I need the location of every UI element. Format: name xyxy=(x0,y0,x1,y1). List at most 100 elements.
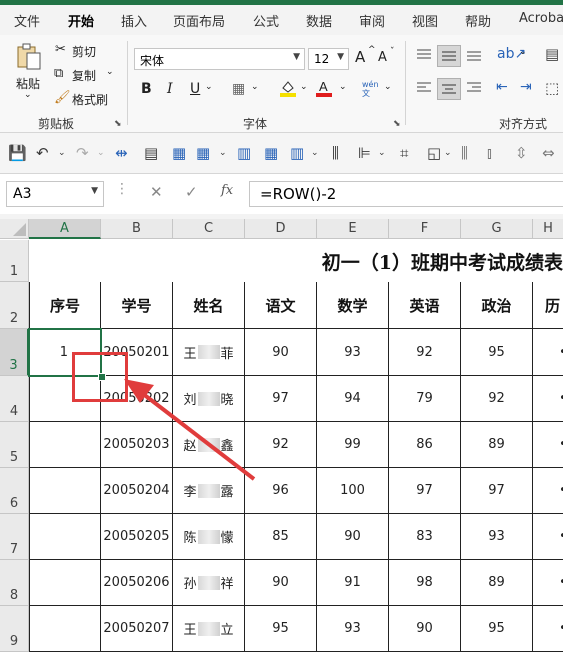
underline-dropdown-icon[interactable]: ⌄ xyxy=(205,82,213,92)
column-header-d[interactable]: D xyxy=(245,219,317,239)
cell-politics[interactable]: 89 xyxy=(461,422,533,468)
distribute-icon[interactable]: ⊫ xyxy=(358,144,371,162)
grid-dropdown-icon[interactable]: ⌄ xyxy=(219,148,227,158)
shape-dropdown-icon[interactable]: ⌄ xyxy=(444,148,452,158)
column-header-b[interactable]: B xyxy=(101,219,173,239)
clipboard-launcher-icon[interactable]: ⬊ xyxy=(114,119,122,129)
cell-politics[interactable]: 93 xyxy=(461,514,533,560)
cell-politics[interactable]: 95 xyxy=(461,606,533,652)
cell-history[interactable]: • xyxy=(533,468,563,514)
columns-icon[interactable]: ▥ xyxy=(290,144,304,162)
cell-id[interactable]: 20050207 xyxy=(101,606,173,652)
cut-icon[interactable]: ✂ xyxy=(55,42,66,57)
cell-english[interactable]: 97 xyxy=(389,468,461,514)
row-header-3[interactable]: 3 xyxy=(0,329,29,376)
cell-math[interactable]: 93 xyxy=(317,606,389,652)
split-cells-icon[interactable]: ⇹ xyxy=(115,144,128,162)
cell-name[interactable]: 孙祥 xyxy=(173,560,245,606)
insert-grid-icon[interactable]: ▦ xyxy=(196,144,210,162)
tab-data[interactable]: 数据 xyxy=(306,11,332,30)
align-left-icon[interactable] xyxy=(415,80,433,96)
cell-seq[interactable] xyxy=(29,514,101,560)
cell-math[interactable]: 90 xyxy=(317,514,389,560)
row-header-5[interactable]: 5 xyxy=(0,422,29,468)
cell-english[interactable]: 90 xyxy=(389,606,461,652)
save-icon[interactable]: 💾 xyxy=(8,144,27,162)
wrap-text-icon[interactable]: ▤ xyxy=(545,45,559,63)
merge-center-icon[interactable]: ⬚ xyxy=(545,79,559,97)
font-color-icon[interactable]: A xyxy=(315,79,333,97)
font-size-dropdown[interactable]: 12 ▼ xyxy=(308,48,349,70)
row-header-1[interactable]: 1 xyxy=(0,240,29,282)
column-header-e[interactable]: E xyxy=(317,219,389,239)
chevron-down-icon[interactable]: ▼ xyxy=(91,186,98,196)
align-bottom-icon[interactable] xyxy=(465,47,483,63)
cell-history[interactable]: • xyxy=(533,376,563,422)
shrink-font-button[interactable]: A xyxy=(378,50,387,65)
tab-acrobat[interactable]: Acroba xyxy=(519,11,563,26)
column-header-c[interactable]: C xyxy=(173,219,245,239)
header-cell-english[interactable]: 英语 xyxy=(389,282,461,329)
row-header-8[interactable]: 8 xyxy=(0,560,29,606)
cell-math[interactable]: 93 xyxy=(317,329,389,376)
bars-icon[interactable]: ⫾ xyxy=(487,144,492,162)
width-icon[interactable]: ⇔ xyxy=(542,144,555,162)
sheet-title[interactable]: 初一（1）班期中考试成绩表 xyxy=(29,240,563,282)
align-middle-icon[interactable] xyxy=(437,45,461,67)
grid-icon[interactable]: ▦ xyxy=(172,144,186,162)
confirm-icon[interactable]: ✓ xyxy=(185,183,198,201)
formula-input[interactable]: =ROW()-2 xyxy=(249,181,563,207)
font-color-dropdown-icon[interactable]: ⌄ xyxy=(339,82,347,92)
header-cell-name[interactable]: 姓名 xyxy=(173,282,245,329)
cell-math[interactable]: 99 xyxy=(317,422,389,468)
format-painter-icon[interactable]: 🖌 xyxy=(54,90,71,105)
tab-review[interactable]: 审阅 xyxy=(359,11,385,30)
cell-history[interactable]: • xyxy=(533,560,563,606)
cell-seq[interactable] xyxy=(29,422,101,468)
spacing-icon[interactable]: ⫼ xyxy=(461,144,468,162)
cell-math[interactable]: 100 xyxy=(317,468,389,514)
cell-english[interactable]: 92 xyxy=(389,329,461,376)
cell-history[interactable]: • xyxy=(533,606,563,652)
orientation-dropdown-icon[interactable]: ⌄ xyxy=(519,47,527,57)
column-grid-icon[interactable]: ▥ xyxy=(237,144,251,162)
italic-button[interactable]: I xyxy=(167,81,173,97)
undo-icon[interactable]: ↶ xyxy=(36,144,49,162)
cell-name[interactable]: 王立 xyxy=(173,606,245,652)
cell-english[interactable]: 86 xyxy=(389,422,461,468)
header-cell-politics[interactable]: 政治 xyxy=(461,282,533,329)
crop-icon[interactable]: ⌗ xyxy=(400,144,408,162)
cancel-icon[interactable]: ✕ xyxy=(150,183,163,201)
cell-name[interactable]: 王菲 xyxy=(173,329,245,376)
header-cell-history[interactable]: 历 xyxy=(533,282,563,329)
underline-button[interactable]: U xyxy=(190,81,200,97)
borders-dropdown-icon[interactable]: ⌄ xyxy=(251,82,259,92)
cell-seq[interactable] xyxy=(29,606,101,652)
cell-chinese[interactable]: 85 xyxy=(245,514,317,560)
align-right-icon[interactable] xyxy=(465,80,483,96)
insert-function-icon[interactable]: fx xyxy=(221,183,233,198)
copy-button[interactable]: 复制 xyxy=(72,67,96,84)
cell-id[interactable]: 20050206 xyxy=(101,560,173,606)
row-header-2[interactable]: 2 xyxy=(0,282,29,329)
format-painter-button[interactable]: 格式刷 xyxy=(72,91,108,108)
tab-home[interactable]: 开始 xyxy=(68,11,94,30)
cell-history[interactable]: • xyxy=(533,514,563,560)
row-header-7[interactable]: 7 xyxy=(0,514,29,560)
row-header-6[interactable]: 6 xyxy=(0,468,29,514)
fill-color-icon[interactable] xyxy=(279,79,297,97)
copy-icon[interactable]: ⧉ xyxy=(54,66,63,81)
shape-icon[interactable]: ◱ xyxy=(427,144,441,162)
redo-dropdown-icon[interactable]: ⌄ xyxy=(97,148,105,158)
header-cell-seq[interactable]: 序号 xyxy=(29,282,101,329)
column-header-f[interactable]: F xyxy=(389,219,461,239)
paste-icon[interactable] xyxy=(14,41,44,71)
distribute-dropdown-icon[interactable]: ⌄ xyxy=(378,148,386,158)
phonetic-dropdown-icon[interactable]: ⌄ xyxy=(384,82,392,92)
table-icon[interactable]: ▤ xyxy=(144,144,158,162)
tab-view[interactable]: 视图 xyxy=(412,11,438,30)
undo-dropdown-icon[interactable]: ⌄ xyxy=(58,148,66,158)
cell-politics[interactable]: 89 xyxy=(461,560,533,606)
copy-dropdown-icon[interactable]: ⌄ xyxy=(106,67,114,77)
cell-seq[interactable] xyxy=(29,560,101,606)
